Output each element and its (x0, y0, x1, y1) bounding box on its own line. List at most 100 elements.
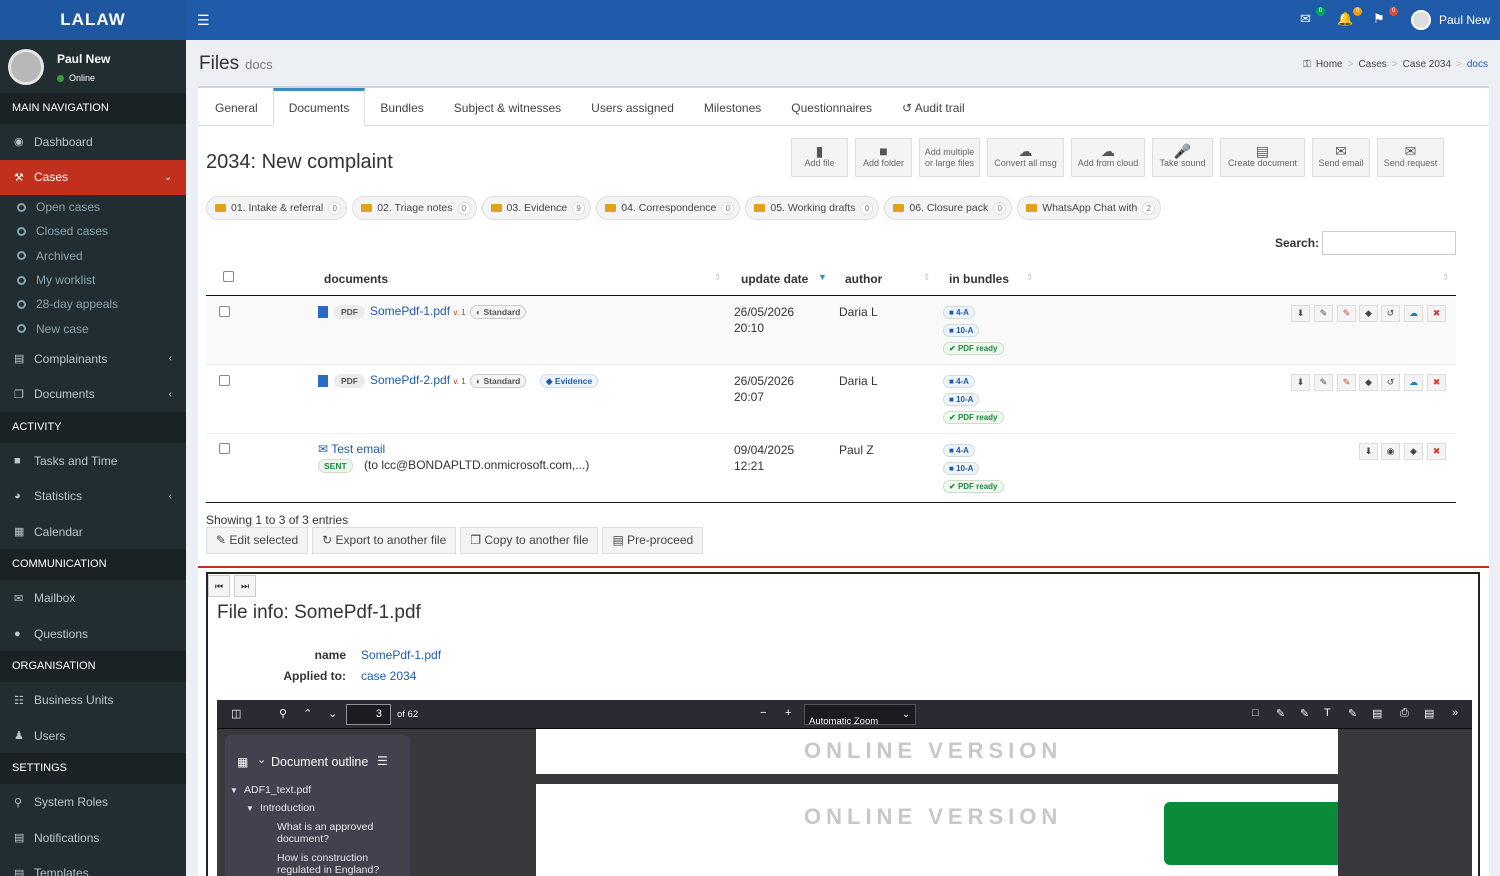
next-page-icon[interactable]: ⌄ (328, 707, 337, 720)
caret-down-icon[interactable]: ▼ (246, 803, 254, 815)
copy-button[interactable]: ❐ Copy to another file (460, 527, 599, 554)
tab-general[interactable]: General (200, 88, 273, 125)
zoom-in-icon[interactable]: + (785, 707, 791, 719)
sidebar-subitem-new-case[interactable]: New case (0, 316, 186, 340)
add-file-button[interactable]: ▮ Add file (791, 138, 848, 177)
sidebar-item-mailbox[interactable]: ✉ Mailbox (0, 580, 186, 616)
sidebar-item-tasks[interactable]: ■ Tasks and Time (0, 443, 186, 479)
table-row[interactable]: PDF SomePdf-1.pdf v. 1 ◐ Standard 26/05/… (206, 296, 1456, 365)
bundle-badge[interactable]: ■ 4-A (943, 306, 975, 319)
sidebar-item-system-roles[interactable]: ⚲ System Roles (0, 784, 186, 820)
comment-icon[interactable]: □ (1252, 707, 1259, 719)
grid-icon[interactable]: ▦ (237, 755, 248, 769)
document-link[interactable]: SomePdf-2.pdf v. 1 (370, 373, 466, 387)
last-page-icon[interactable]: ⏭ (234, 575, 256, 597)
tag-icon[interactable]: ◆ (1404, 443, 1423, 460)
cloud-upload-icon[interactable]: ☁ (1404, 305, 1423, 322)
highlight-icon[interactable]: ✎ (1300, 707, 1309, 720)
convert-msg-button[interactable]: ☁ Convert all msg (987, 138, 1064, 177)
send-email-button[interactable]: ✉ Send email (1312, 138, 1370, 177)
select-all-checkbox[interactable] (223, 271, 234, 282)
sidebar-item-statistics[interactable]: ◕ Statistics ‹ (0, 478, 186, 514)
tab-questionnaires[interactable]: Questionnaires (776, 88, 887, 125)
download-icon[interactable]: ⬇ (1291, 374, 1310, 391)
sort-icon[interactable]: ⇕ (1442, 272, 1450, 283)
sidebar-item-templates[interactable]: ▤ Templates (0, 855, 186, 876)
bundle-badge[interactable]: ■ 4-A (943, 375, 975, 388)
column-header-update-date[interactable]: update date (741, 272, 808, 286)
cloud-upload-icon[interactable]: ☁ (1404, 374, 1423, 391)
tab-bundles[interactable]: Bundles (365, 88, 438, 125)
column-header-author[interactable]: author (845, 272, 882, 286)
sort-icon[interactable]: ⇕ (1026, 272, 1034, 283)
file-name-link[interactable]: SomePdf-1.pdf (361, 648, 441, 662)
tab-audit-trail[interactable]: ↺ Audit trail (887, 88, 980, 125)
folder-chip[interactable]: 04. Correspondence 0 (596, 196, 741, 220)
print-icon[interactable]: ⎙ (1400, 707, 1409, 720)
sidebar-subitem-open-cases[interactable]: Open cases (0, 195, 186, 219)
take-sound-button[interactable]: 🎤 Take sound (1152, 138, 1213, 177)
row-checkbox[interactable] (219, 443, 230, 454)
menu-toggle-icon[interactable]: ☰ (197, 12, 210, 29)
outline-item[interactable]: How is construction (277, 852, 368, 864)
signature-icon[interactable]: ✎ (1276, 707, 1285, 720)
save-icon[interactable]: ▤ (1424, 707, 1434, 720)
history-icon[interactable]: ↺ (1381, 305, 1400, 322)
zoom-select[interactable]: Automatic Zoom ⌄ (804, 704, 916, 727)
sidebar-subitem-my-worklist[interactable]: My worklist (0, 268, 186, 292)
chevron-down-icon[interactable]: ⌄ (257, 753, 266, 766)
bell-icon[interactable]: 🔔 0 (1337, 7, 1362, 29)
edit-icon[interactable]: ✎ (1314, 374, 1333, 391)
search-icon[interactable]: ⚲ (279, 707, 287, 720)
tab-documents[interactable]: Documents (272, 88, 366, 126)
add-from-cloud-button[interactable]: ☁ Add from cloud (1071, 138, 1145, 177)
caret-down-icon[interactable]: ▼ (230, 785, 238, 797)
mail-icon[interactable]: ✉ 0 (1300, 7, 1325, 29)
tab-subject-witnesses[interactable]: Subject & witnesses (439, 88, 576, 125)
more-tools-icon[interactable]: » (1452, 707, 1458, 719)
sidebar-item-calendar[interactable]: ▦ Calendar (0, 514, 186, 550)
add-multiple-button[interactable]: Add multiple or large files (919, 138, 980, 177)
folder-chip[interactable]: 03. Evidence 9 (481, 196, 592, 220)
page-number-input[interactable]: 3 (346, 704, 391, 725)
flag-icon[interactable]: ⚑ 0 (1373, 7, 1398, 29)
history-icon[interactable]: ↺ (1381, 374, 1400, 391)
previous-page-icon[interactable]: ⌃ (303, 707, 312, 720)
folder-chip[interactable]: 05. Working drafts 0 (745, 196, 880, 220)
edit-selected-button[interactable]: ✎ Edit selected (206, 527, 309, 554)
sidebar-subitem-archived[interactable]: Archived (0, 244, 186, 268)
send-request-button[interactable]: ✉ Send request (1377, 138, 1444, 177)
first-page-icon[interactable]: ⏮ (208, 575, 230, 597)
sidebar-item-questions[interactable]: ● Questions (0, 616, 186, 652)
breadcrumb-case[interactable]: Case 2034 (1403, 59, 1451, 70)
folder-chip[interactable]: 06. Closure pack 0 (884, 196, 1013, 220)
delete-icon[interactable]: ✖ (1427, 374, 1446, 391)
bundle-badge[interactable]: ■ 10-A (943, 393, 980, 406)
sort-icon[interactable]: ⇕ (923, 272, 931, 283)
draw-icon[interactable]: ✎ (1348, 707, 1357, 720)
folder-chip[interactable]: 02. Triage notes 0 (352, 196, 477, 220)
sidebar-subitem-28-day-appeals[interactable]: 28-day appeals (0, 292, 186, 316)
case-link[interactable]: case 2034 (361, 669, 416, 683)
sidebar-item-complainants[interactable]: ▤ Complainants ‹ (0, 341, 186, 377)
user-menu[interactable]: Paul New (1411, 10, 1490, 30)
tab-users-assigned[interactable]: Users assigned (576, 88, 689, 125)
column-header-in-bundles[interactable]: in bundles (949, 272, 1009, 286)
pre-proceed-button[interactable]: ▤ Pre-proceed (602, 527, 704, 554)
document-link[interactable]: SomePdf-1.pdf v. 1 (370, 304, 466, 318)
bundle-badge[interactable]: ■ 4-A (943, 444, 975, 457)
sort-desc-icon[interactable]: ▼ (818, 272, 827, 282)
sidebar-subitem-closed-cases[interactable]: Closed cases (0, 219, 186, 243)
breadcrumb-cases[interactable]: Cases (1358, 59, 1386, 70)
sidebar-item-notifications[interactable]: ▤ Notifications (0, 820, 186, 856)
row-checkbox[interactable] (219, 375, 230, 386)
sidebar-toggle-icon[interactable]: ◫ (231, 707, 241, 720)
create-document-button[interactable]: ▤ Create document (1220, 138, 1305, 177)
outline-item[interactable]: Introduction (260, 802, 315, 814)
download-icon[interactable]: ⬇ (1291, 305, 1310, 322)
export-button[interactable]: ↻ Export to another file (312, 527, 457, 554)
edit-icon[interactable]: ✎ (1314, 305, 1333, 322)
outline-item[interactable]: What is an approved (277, 821, 373, 833)
outline-item[interactable]: ADF1_text.pdf (244, 784, 311, 796)
sidebar-item-dashboard[interactable]: ◉ Dashboard (0, 124, 186, 160)
